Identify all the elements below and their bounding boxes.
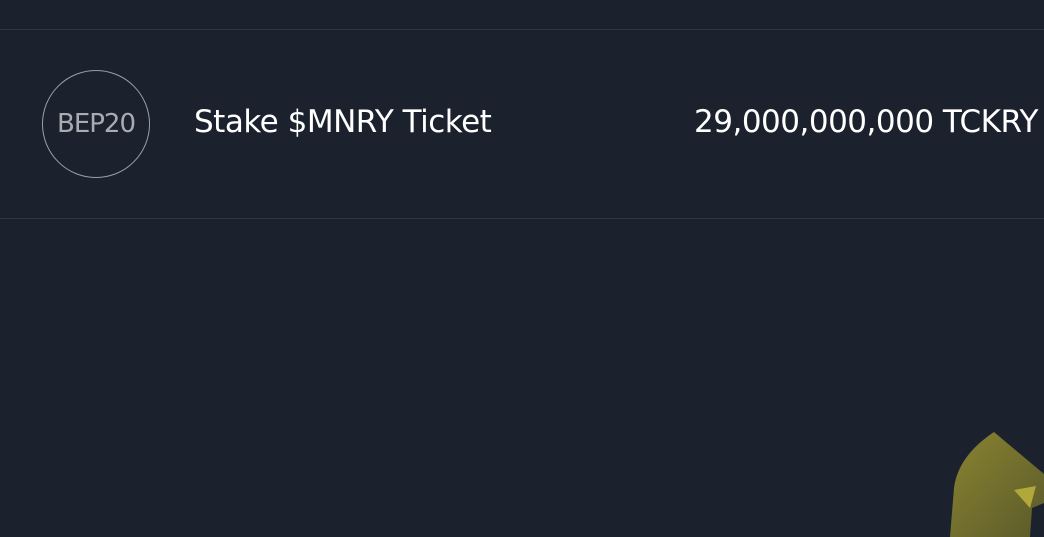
token-row[interactable]: BEP20 Stake $MNRY Ticket 29,000,000,000 … (0, 30, 1044, 218)
divider-bottom (0, 218, 1044, 219)
network-badge-label: BEP20 (56, 109, 136, 139)
page: BEP20 Stake $MNRY Ticket 29,000,000,000 … (0, 0, 1044, 537)
token-amount: 29,000,000,000 TCKRY (694, 104, 1038, 140)
token-name: Stake $MNRY Ticket (194, 104, 492, 140)
pointer-shape-icon (950, 432, 1044, 537)
network-badge: BEP20 (42, 70, 150, 178)
